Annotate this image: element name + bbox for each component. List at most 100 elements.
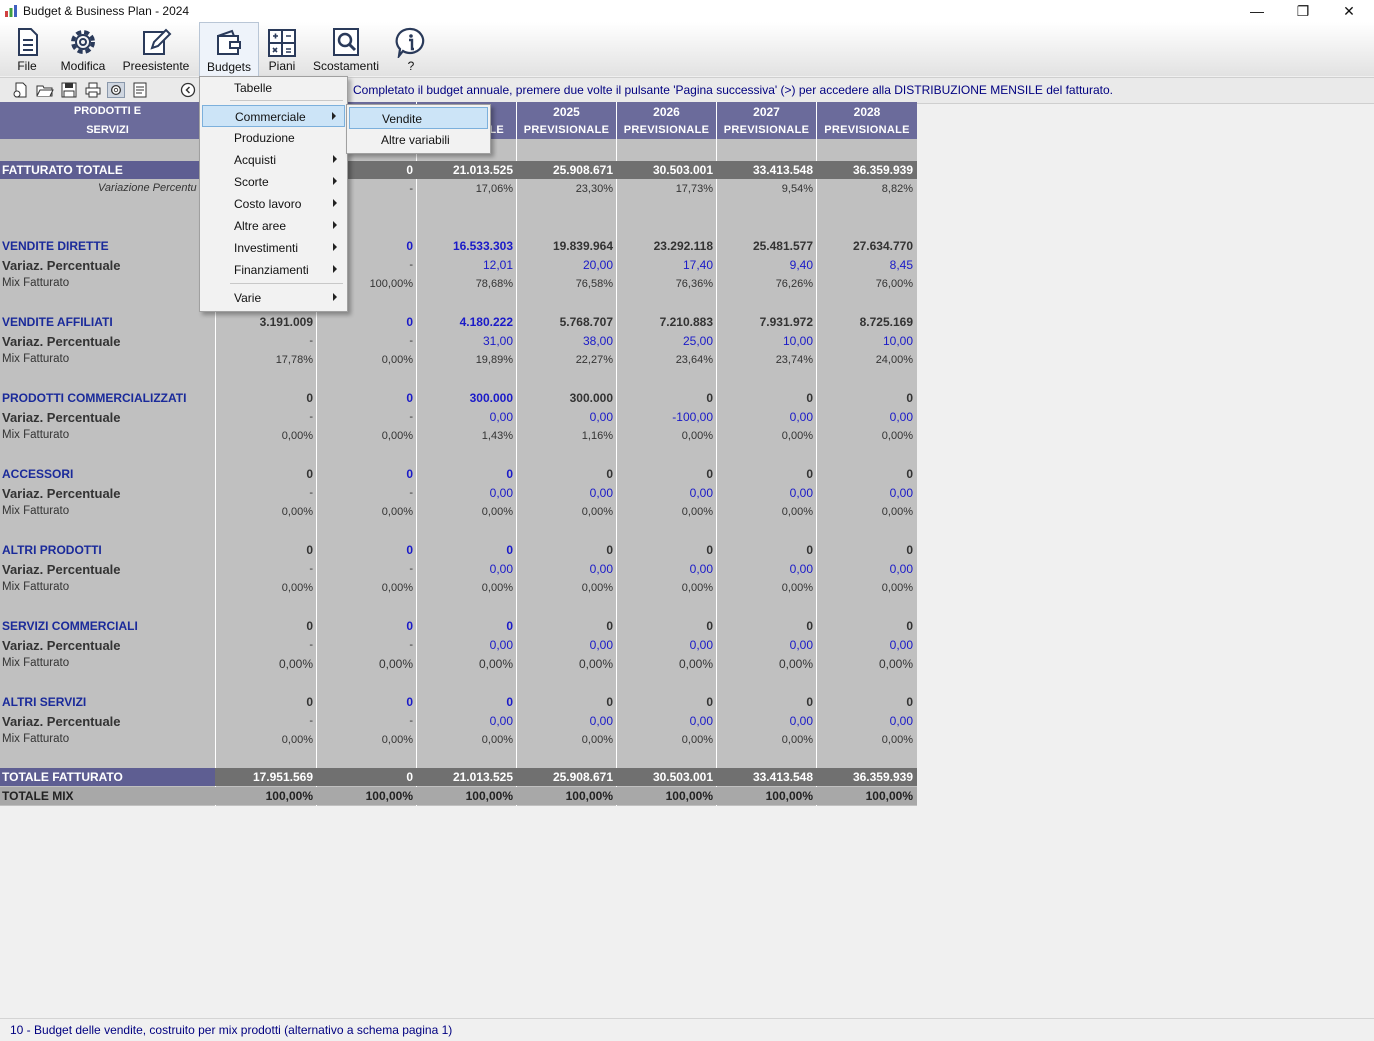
ribbon: File Modifica Preesistente Budgets Piani… — [0, 22, 1374, 76]
submenu-arrow-icon — [333, 265, 337, 273]
menu-item-commerciale[interactable]: Commerciale — [202, 105, 345, 127]
value-cell: 0,00% — [781, 430, 813, 442]
menu-item-tabelle[interactable]: Tabelle — [202, 77, 345, 99]
value-cell: 0 — [406, 315, 413, 329]
header-label-line1: PRODOTTI E — [73, 105, 142, 117]
ribbon-modifica-label: Modifica — [60, 59, 106, 73]
value-cell: 36.359.939 — [852, 770, 913, 784]
value-cell: 76,26% — [775, 278, 813, 290]
menu-item-label: Acquisti — [234, 153, 277, 167]
value-cell: 0,00% — [481, 734, 513, 746]
value-cell: 0,00 — [889, 638, 913, 652]
value-cell: 21.013.525 — [452, 163, 513, 177]
row-label: FATTURATO TOTALE — [2, 163, 123, 177]
value-cell: 0 — [406, 543, 413, 557]
value-cell: 300.000 — [469, 391, 513, 405]
menu-item-acquisti[interactable]: Acquisti — [202, 149, 345, 171]
ribbon-scostamenti-label: Scostamenti — [312, 59, 380, 73]
window-title: Budget & Business Plan - 2024 — [23, 4, 190, 18]
value-cell: 0 — [706, 695, 713, 709]
value-cell: 25,00 — [682, 334, 713, 348]
menu-item-varie[interactable]: Varie — [202, 287, 345, 309]
ribbon-modifica-button[interactable]: Modifica — [56, 22, 110, 76]
value-cell: 0,00 — [689, 638, 713, 652]
menu-separator — [230, 100, 343, 101]
value-cell: 0,00 — [689, 486, 713, 500]
value-cell: 8,45 — [889, 258, 913, 272]
row-label: Mix Fatturato — [2, 581, 70, 593]
value-cell: 0,00 — [789, 714, 813, 728]
notes-icon[interactable] — [131, 82, 149, 98]
row-label: Variaz. Percentuale — [2, 714, 121, 729]
value-cell: 23.292.118 — [653, 239, 713, 253]
value-cell: 0,00% — [681, 430, 713, 442]
value-cell: 0,00 — [689, 562, 713, 576]
row-label: ALTRI PRODOTTI — [2, 543, 102, 557]
ribbon-file-button[interactable]: File — [6, 22, 48, 76]
previous-page-icon[interactable] — [179, 82, 197, 98]
wallet-icon — [217, 29, 241, 55]
menu-item-label: Finanziamenti — [234, 263, 309, 277]
section-variation-row: Variaz. Percentuale - - 0,00 0,00 -100,00 0,00… — [0, 408, 917, 427]
menu-item-costo-lavoro[interactable]: Costo lavoro — [202, 193, 345, 215]
section-variation-row: Variaz. Percentuale -12,01 20,00 17,40 9,40 8… — [0, 256, 917, 275]
status-text: 10 - Budget delle vendite, costruito per… — [10, 1023, 453, 1037]
row-label: Variaz. Percentuale — [2, 410, 121, 425]
value-cell: 0,00 — [489, 714, 513, 728]
section-variation-row: Variaz. Percentuale - - 0,00 0,00 0,00 0,00 0,0… — [0, 560, 917, 579]
value-cell: 17.951.569 — [252, 770, 313, 784]
value-cell: 0 — [906, 543, 913, 557]
submenu-arrow-icon — [333, 221, 337, 229]
value-cell: - — [309, 335, 313, 347]
ribbon-budgets-button[interactable]: Budgets — [199, 22, 259, 76]
ribbon-piani-button[interactable]: Piani — [262, 22, 302, 76]
value-cell: 0,00 — [889, 562, 913, 576]
value-cell: 0 — [906, 619, 913, 633]
value-cell: 0 — [506, 695, 513, 709]
submenu-item-vendite[interactable]: Vendite — [349, 107, 488, 129]
menu-item-altre-aree[interactable]: Altre aree — [202, 215, 345, 237]
menu-item-label: Commerciale — [235, 110, 306, 124]
restore-button[interactable]: ❐ — [1280, 0, 1326, 22]
row-label: VENDITE AFFILIATI — [2, 315, 113, 329]
menu-item-finanziamenti[interactable]: Finanziamenti — [202, 259, 345, 281]
row-label: Mix Fatturato — [2, 657, 70, 669]
value-cell: 0,00 — [689, 714, 713, 728]
row-label: Variazione Percentu — [98, 182, 197, 194]
save-icon[interactable] — [60, 82, 78, 98]
value-cell: - — [309, 639, 313, 651]
value-cell: 0,00 — [789, 486, 813, 500]
value-cell: - — [309, 563, 313, 575]
value-cell: 0 — [406, 619, 413, 633]
section-variation-row: Variaz. Percentuale - - 0,00 0,00 0,00 0,00 0,0… — [0, 636, 917, 655]
value-cell: 25.908.671 — [552, 163, 613, 177]
row-label: Variaz. Percentuale — [2, 638, 121, 653]
menu-item-investimenti[interactable]: Investimenti — [202, 237, 345, 259]
menu-item-scorte[interactable]: Scorte — [202, 171, 345, 193]
open-folder-icon[interactable] — [36, 82, 54, 98]
preview-search-icon[interactable] — [107, 82, 125, 98]
minimize-button[interactable]: — — [1234, 0, 1280, 22]
value-cell: 100,00% — [465, 789, 513, 803]
menu-item-produzione[interactable]: Produzione — [202, 127, 345, 149]
submenu-item-label: Altre variabili — [381, 133, 450, 147]
section-value-row: ACCESSORI 0 0 0 0 0 0 0 — [0, 465, 917, 484]
value-cell: 0,00% — [781, 506, 813, 518]
value-cell: 0 — [906, 695, 913, 709]
print-icon[interactable] — [84, 82, 102, 98]
new-document-icon[interactable] — [12, 82, 30, 98]
value-cell: 3.191.009 — [259, 315, 313, 329]
fatturato-totale-row-content: FATTURATO TOTALE 0 21.013.525 25.908.671… — [0, 161, 917, 180]
value-cell: 0,00% — [881, 734, 913, 746]
ribbon-preesistente-button[interactable]: Preesistente — [120, 22, 192, 76]
close-button[interactable]: ✕ — [1326, 0, 1372, 22]
value-cell: 0,00% — [581, 506, 613, 518]
value-cell: 100,00% — [365, 789, 413, 803]
ribbon-scostamenti-button[interactable]: Scostamenti — [310, 22, 382, 76]
submenu-arrow-icon — [333, 293, 337, 301]
value-cell: 1,16% — [581, 430, 613, 442]
ribbon-help-button[interactable]: ? — [392, 22, 430, 76]
section-mix-row: Mix Fatturato 0,00% 0,00% 1,43% 1,16% 0,00% 0,… — [0, 427, 917, 446]
submenu-item-altre-variabili[interactable]: Altre variabili — [349, 129, 488, 151]
value-cell: 0,00% — [281, 506, 313, 518]
